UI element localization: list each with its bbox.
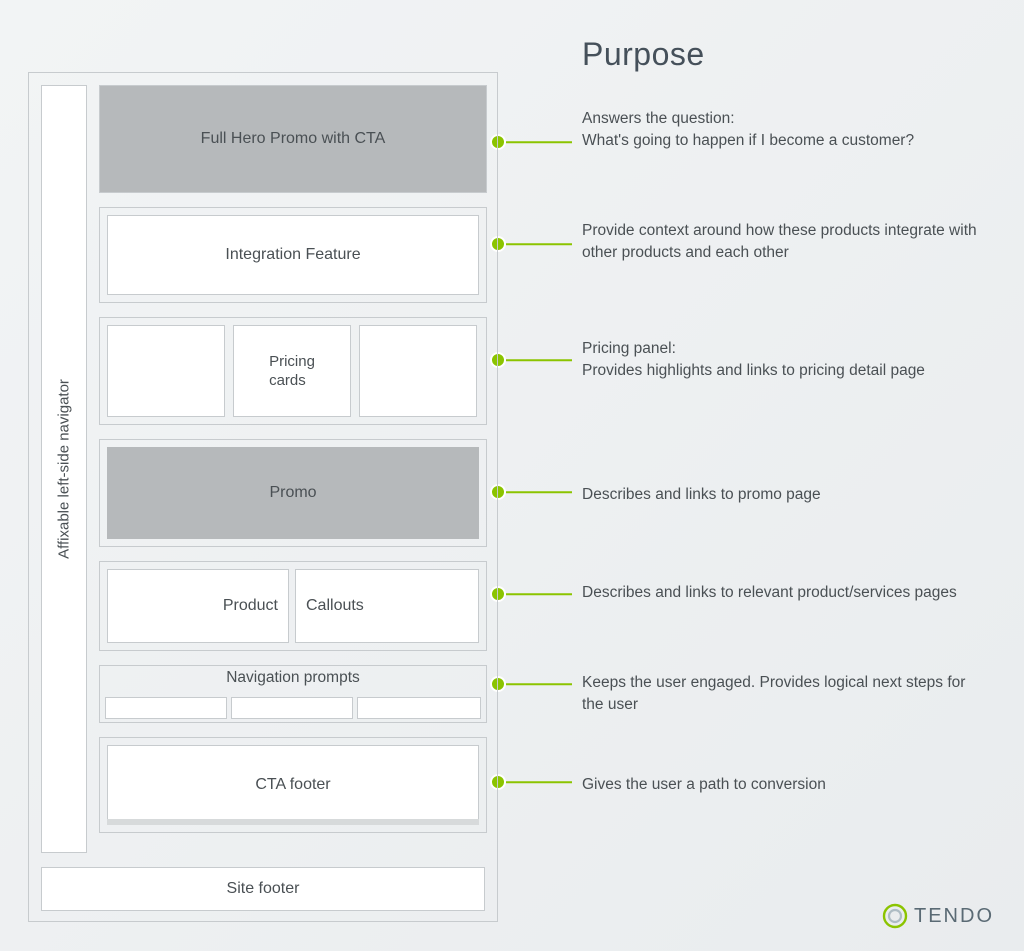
product-half-right: Callouts bbox=[295, 569, 479, 643]
block-pricing: Pricingcards bbox=[99, 317, 487, 425]
nav-prompts-label: Navigation prompts bbox=[99, 669, 487, 687]
desc-pricing: Pricing panel:Provides highlights and li… bbox=[582, 338, 982, 383]
connector-line bbox=[506, 141, 572, 143]
block-site-footer: Site footer bbox=[41, 867, 485, 911]
left-rail-label: Affixable left-side navigator bbox=[56, 379, 73, 559]
block-hero: Full Hero Promo with CTA bbox=[99, 85, 487, 193]
brand-logo: TENDO bbox=[882, 903, 994, 929]
desc-nav: Keeps the user engaged. Provides logical… bbox=[582, 672, 982, 717]
pricing-card-label: Pricingcards bbox=[269, 352, 315, 391]
pricing-card bbox=[107, 325, 225, 417]
connector-line bbox=[506, 781, 572, 783]
nav-segment bbox=[105, 697, 227, 719]
product-left-label: Product bbox=[223, 597, 278, 615]
connector-line bbox=[506, 593, 572, 595]
block-integration-inner: Integration Feature bbox=[107, 215, 479, 295]
desc-promo: Describes and links to promo page bbox=[582, 484, 982, 506]
cta-strip bbox=[107, 819, 479, 825]
desc-hero: Answers the question:What's going to hap… bbox=[582, 108, 982, 153]
logo-icon bbox=[882, 903, 908, 929]
brand-name: TENDO bbox=[914, 905, 994, 928]
block-nav-prompts: Navigation prompts bbox=[99, 665, 487, 723]
connector-line bbox=[506, 359, 572, 361]
block-promo: Promo bbox=[99, 439, 487, 547]
connector-line bbox=[506, 491, 572, 493]
block-integration: Integration Feature bbox=[99, 207, 487, 303]
site-footer-label: Site footer bbox=[227, 880, 300, 898]
product-right-label: Callouts bbox=[306, 597, 364, 615]
product-half-left: Product bbox=[107, 569, 289, 643]
purpose-heading: Purpose bbox=[582, 36, 705, 73]
left-rail: Affixable left-side navigator bbox=[41, 85, 87, 853]
nav-segment bbox=[357, 697, 481, 719]
block-promo-inner: Promo bbox=[107, 447, 479, 539]
cta-inner: CTA footer bbox=[107, 745, 479, 825]
desc-cta: Gives the user a path to conversion bbox=[582, 774, 982, 796]
diagram-canvas: Purpose Answers the question:What's goin… bbox=[0, 0, 1024, 951]
pricing-card: Pricingcards bbox=[233, 325, 351, 417]
desc-product: Describes and links to relevant product/… bbox=[582, 582, 982, 604]
pricing-card bbox=[359, 325, 477, 417]
block-integration-label: Integration Feature bbox=[225, 246, 360, 264]
desc-integration: Provide context around how these product… bbox=[582, 220, 982, 265]
block-hero-label: Full Hero Promo with CTA bbox=[201, 130, 386, 148]
connector-line bbox=[506, 683, 572, 685]
block-promo-label: Promo bbox=[269, 484, 316, 502]
nav-segment bbox=[231, 697, 353, 719]
connector-line bbox=[506, 243, 572, 245]
block-cta-footer: CTA footer bbox=[99, 737, 487, 833]
cta-label: CTA footer bbox=[255, 776, 330, 794]
wireframe-frame: Affixable left-side navigator Full Hero … bbox=[28, 72, 498, 922]
block-product-callouts: Product Callouts bbox=[99, 561, 487, 651]
